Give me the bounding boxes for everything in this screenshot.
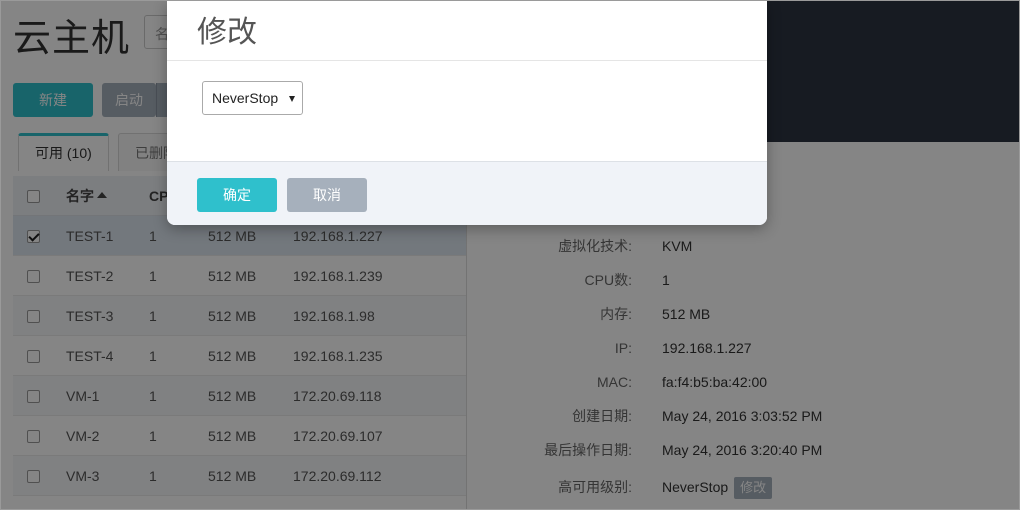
confirm-button[interactable]: 确定 [197, 178, 277, 212]
dialog-footer: 确定 取消 [167, 161, 767, 225]
cancel-button[interactable]: 取消 [287, 178, 367, 212]
select-value: NeverStop [212, 90, 279, 106]
dialog-header: 修改 [167, 1, 767, 61]
dialog-title: 修改 [197, 16, 257, 49]
dropdown-arrow-icon [289, 96, 295, 102]
dialog-body: NeverStop [167, 61, 767, 161]
app-window: 云主机 名 新建 启动 可用 (10) 已删除 名字 CPU 内存 IP TES… [0, 0, 1020, 510]
edit-dialog: 修改 NeverStop 确定 取消 [167, 1, 767, 225]
ha-level-select[interactable]: NeverStop [202, 81, 303, 115]
